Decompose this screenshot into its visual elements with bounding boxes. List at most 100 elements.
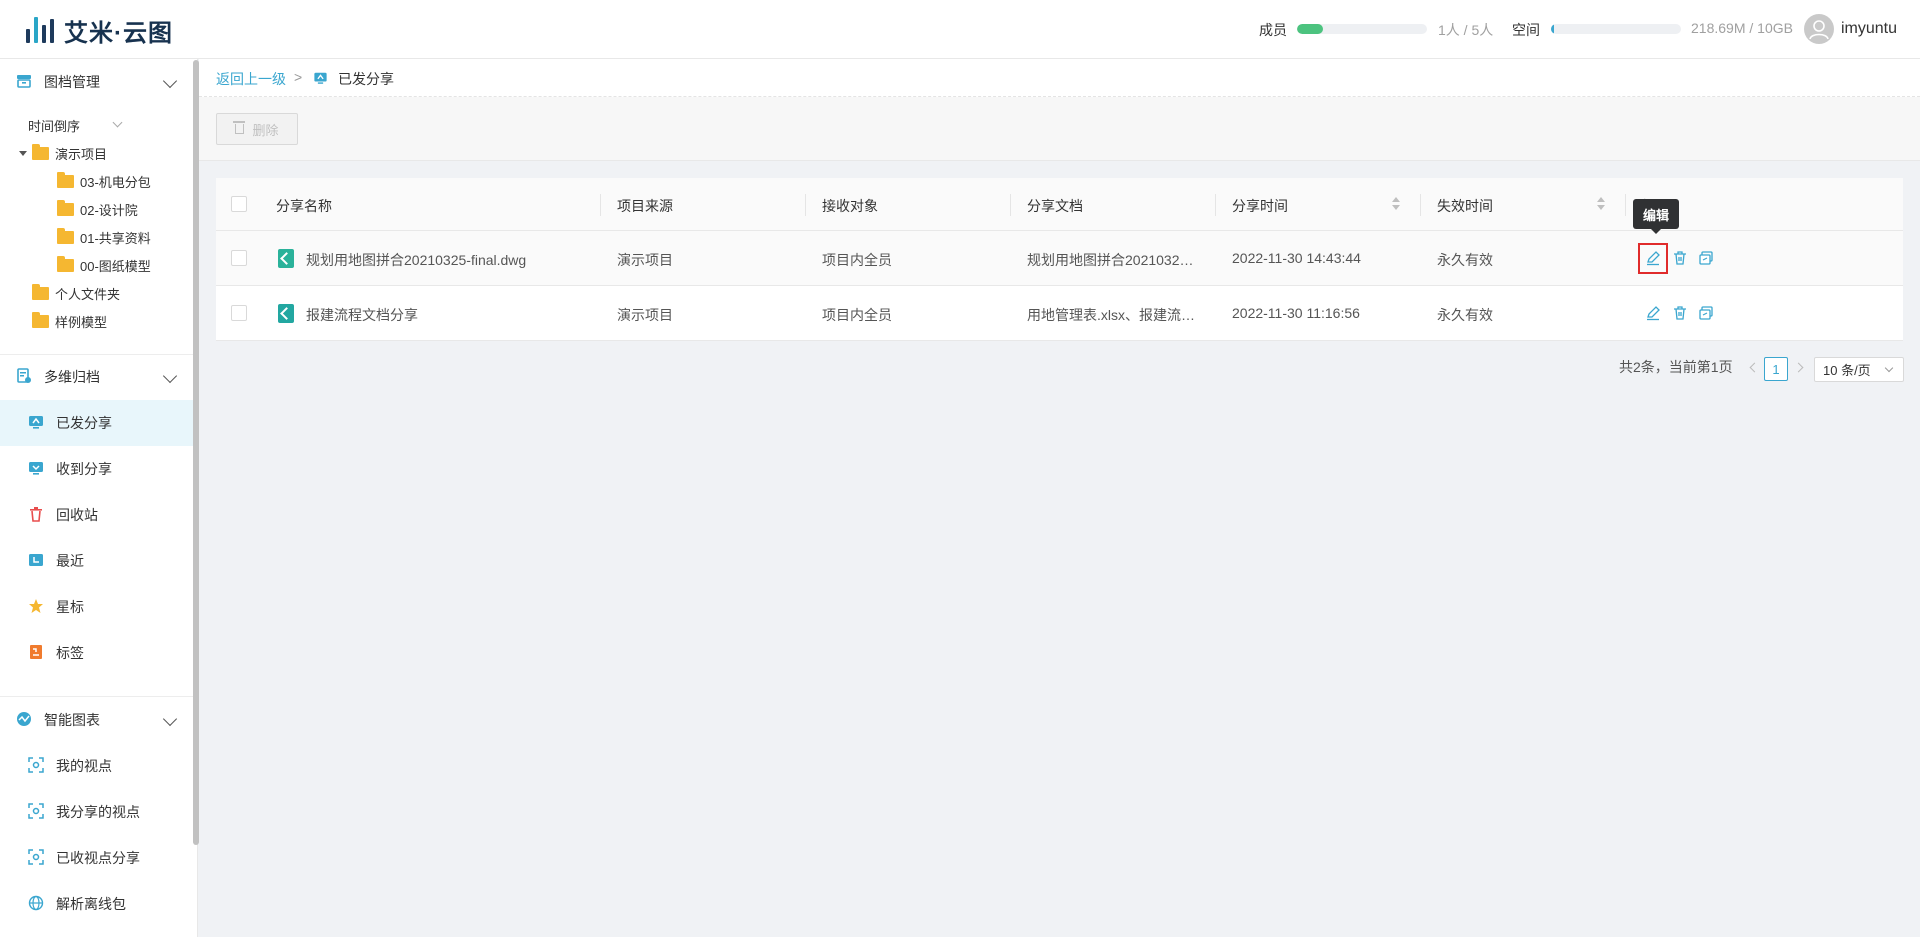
- table-row[interactable]: 报建流程文档分享 演示项目 项目内全员 用地管理表.xlsx、报建流程文档.do…: [216, 286, 1903, 341]
- back-link[interactable]: 返回上一级: [216, 69, 286, 89]
- pagination-page[interactable]: 1: [1764, 357, 1788, 381]
- share-name[interactable]: 规划用地图拼合20210325-final.dwg: [306, 250, 596, 270]
- copy-link-icon[interactable]: [1698, 305, 1714, 321]
- table-row[interactable]: 规划用地图拼合20210325-final.dwg 演示项目 项目内全员 规划用…: [216, 231, 1903, 286]
- smart-chart-icon: [16, 711, 32, 730]
- column-divider: [1010, 194, 1011, 216]
- chevron-right-icon[interactable]: [1793, 362, 1804, 373]
- username[interactable]: imyuntu: [1841, 20, 1897, 38]
- tree-item[interactable]: 01-共享资料: [57, 226, 151, 248]
- column-header-sortable[interactable]: 失效时间: [1437, 196, 1493, 216]
- toolbar: 删除: [199, 97, 1920, 161]
- chevron-down-icon[interactable]: [162, 711, 178, 727]
- sidebar-section-label: 多维归档: [44, 369, 100, 385]
- share-time: 2022-11-30 14:43:44: [1232, 250, 1361, 266]
- caret-down-icon[interactable]: [19, 151, 27, 156]
- viewpoint-icon: [28, 802, 44, 822]
- column-divider: [600, 194, 601, 216]
- sidebar-section-files[interactable]: 图档管理: [0, 59, 193, 105]
- column-header: 分享文档: [1027, 198, 1083, 214]
- row-checkbox[interactable]: [231, 305, 247, 321]
- recycle-bin-icon: [28, 506, 44, 525]
- viewpoint-icon: [28, 848, 44, 868]
- logo-text: 艾米·云图: [64, 19, 173, 47]
- recent-icon: [28, 552, 44, 571]
- tree-item-root[interactable]: 演示项目: [32, 142, 107, 164]
- members-count: 1人 / 5人: [1438, 22, 1494, 38]
- tree-item[interactable]: 个人文件夹: [32, 282, 120, 304]
- sidebar-item-received-viewpoints[interactable]: 已收视点分享: [0, 835, 193, 881]
- tree-item[interactable]: 00-图纸模型: [57, 254, 151, 276]
- sidebar-section-multi[interactable]: 多维归档: [0, 354, 193, 400]
- space-progress-bar: [1551, 24, 1681, 34]
- sidebar-item-tag[interactable]: 标签: [0, 630, 193, 676]
- chevron-down-icon[interactable]: [162, 73, 178, 89]
- avatar[interactable]: [1804, 14, 1834, 44]
- sidebar-scrollbar[interactable]: [193, 60, 199, 845]
- app-logo[interactable]: 艾米·云图: [26, 14, 173, 47]
- logo-icon: [26, 17, 54, 43]
- receiver: 项目内全员: [822, 252, 892, 268]
- sidebar-item-shared-viewpoints[interactable]: 我分享的视点: [0, 789, 193, 835]
- edit-icon[interactable]: [1645, 250, 1661, 266]
- sidebar-item-received-share[interactable]: 收到分享: [0, 446, 193, 492]
- delete-button[interactable]: 删除: [216, 113, 298, 145]
- receiver: 项目内全员: [822, 307, 892, 323]
- tree-item[interactable]: 样例模型: [32, 310, 107, 332]
- share-name[interactable]: 报建流程文档分享: [306, 305, 596, 325]
- select-all-checkbox[interactable]: [231, 196, 247, 212]
- edit-icon[interactable]: [1645, 305, 1661, 321]
- viewpoint-icon: [28, 756, 44, 776]
- members-label: 成员: [1259, 22, 1287, 38]
- column-header: 项目来源: [617, 198, 673, 214]
- sent-share-icon: [313, 71, 328, 88]
- sidebar-section-label: 图档管理: [44, 74, 100, 90]
- app-header: 艾米·云图 成员 1人 / 5人 空间 218.69M / 10GB imyun…: [0, 0, 1920, 59]
- received-share-icon: [28, 460, 44, 479]
- folder-icon: [57, 227, 74, 244]
- column-header-sortable[interactable]: 分享时间: [1232, 196, 1288, 216]
- column-header: 接收对象: [822, 198, 878, 214]
- sidebar-item-recycle-bin[interactable]: 回收站: [0, 492, 193, 538]
- sidebar: 图档管理 时间倒序 演示项目 03-机电分包 02-设计院 01-共享资料 00…: [0, 59, 198, 937]
- folder-icon: [57, 255, 74, 272]
- share-file-icon: [278, 249, 294, 268]
- folder-icon: [32, 283, 49, 300]
- sidebar-item-recent[interactable]: 最近: [0, 538, 193, 584]
- edit-tooltip: 编辑: [1633, 199, 1679, 234]
- breadcrumb-current: 已发分享: [338, 71, 394, 87]
- star-icon: [28, 598, 44, 617]
- sort-icon[interactable]: [1392, 197, 1400, 211]
- pagination-summary: 共2条，当前第1页: [1619, 359, 1733, 375]
- tag-icon: [28, 644, 44, 663]
- sidebar-item-my-viewpoints[interactable]: 我的视点: [0, 743, 193, 789]
- chevron-down-icon[interactable]: [112, 117, 123, 128]
- sort-dropdown[interactable]: 时间倒序: [28, 116, 80, 135]
- chevron-down-icon[interactable]: [162, 368, 178, 384]
- breadcrumb: 返回上一级 > 已发分享: [199, 59, 1920, 97]
- delete-icon[interactable]: [1672, 250, 1688, 266]
- chevron-left-icon[interactable]: [1749, 362, 1760, 373]
- sidebar-item-offline-package[interactable]: 解析离线包: [0, 881, 193, 927]
- folder-icon: [57, 171, 74, 188]
- globe-icon: [28, 895, 44, 914]
- column-divider: [805, 194, 806, 216]
- copy-link-icon[interactable]: [1698, 250, 1714, 266]
- sent-share-icon: [28, 414, 44, 433]
- chevron-down-icon: [1884, 363, 1894, 373]
- expire-time: 永久有效: [1437, 252, 1493, 268]
- delete-icon[interactable]: [1672, 305, 1688, 321]
- column-divider: [1215, 194, 1216, 216]
- column-header: 分享名称: [276, 198, 332, 214]
- space-label: 空间: [1512, 22, 1540, 38]
- sidebar-section-charts[interactable]: 智能图表: [0, 697, 193, 743]
- row-checkbox[interactable]: [231, 250, 247, 266]
- tree-item[interactable]: 02-设计院: [57, 198, 138, 220]
- folder-icon: [57, 199, 74, 216]
- sidebar-item-star[interactable]: 星标: [0, 584, 193, 630]
- page-size-select[interactable]: 10 条/页: [1814, 357, 1904, 382]
- sort-icon[interactable]: [1597, 197, 1605, 211]
- share-time: 2022-11-30 11:16:56: [1232, 305, 1360, 321]
- sidebar-item-sent-share[interactable]: 已发分享: [0, 400, 193, 446]
- tree-item[interactable]: 03-机电分包: [57, 170, 151, 192]
